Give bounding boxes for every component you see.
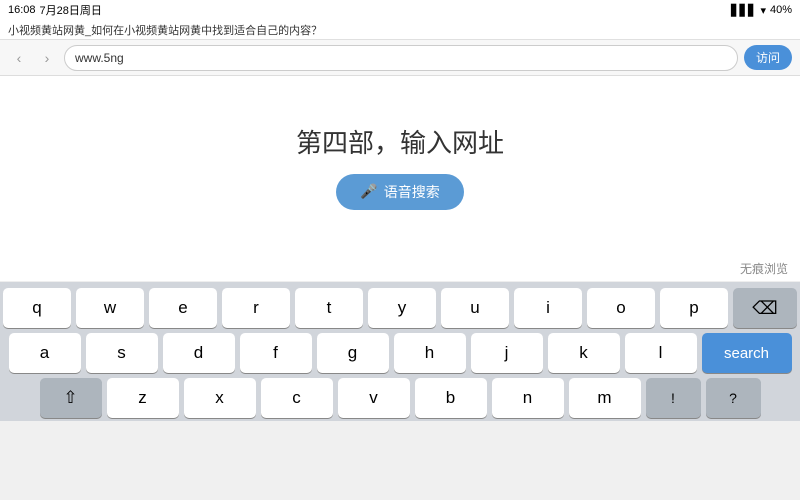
page-title: 小视频黄站网黄_如何在小视频黄站网黄中找到适合自己的内容？ xyxy=(8,22,322,38)
key-g[interactable]: g xyxy=(317,333,389,373)
key-k[interactable]: k xyxy=(548,333,620,373)
title-bar: 小视频黄站网黄_如何在小视频黄站网黄中找到适合自己的内容？ xyxy=(0,20,800,40)
key-search[interactable]: search xyxy=(702,333,792,373)
key-l[interactable]: l xyxy=(625,333,697,373)
key-backspace[interactable]: ⌫ xyxy=(733,288,797,328)
battery-display: 40% xyxy=(770,4,792,16)
key-question[interactable]: ? xyxy=(706,378,761,418)
mic-icon: 🎤 xyxy=(360,183,377,200)
key-s[interactable]: s xyxy=(86,333,158,373)
key-f[interactable]: f xyxy=(240,333,312,373)
browser-bar: ‹ › www.5ng 访问 xyxy=(0,40,800,76)
key-q[interactable]: q xyxy=(3,288,71,328)
time-display: 16:08 xyxy=(8,4,36,16)
keyboard-row-1: q w e r t y u i o p ⌫ xyxy=(3,288,797,328)
url-input[interactable]: www.5ng xyxy=(64,45,738,71)
key-n[interactable]: n xyxy=(492,378,564,418)
key-c[interactable]: c xyxy=(261,378,333,418)
key-y[interactable]: y xyxy=(368,288,436,328)
forward-button[interactable]: › xyxy=(36,47,58,69)
key-d[interactable]: d xyxy=(163,333,235,373)
key-t[interactable]: t xyxy=(295,288,363,328)
key-x[interactable]: x xyxy=(184,378,256,418)
status-bar: 16:08 7月28日周日 ▋▋▋ ▾ 40% xyxy=(0,0,800,20)
key-w[interactable]: w xyxy=(76,288,144,328)
key-u[interactable]: u xyxy=(441,288,509,328)
keyboard: q w e r t y u i o p ⌫ a s d f g h j k l … xyxy=(0,282,800,421)
key-z[interactable]: z xyxy=(107,378,179,418)
key-b[interactable]: b xyxy=(415,378,487,418)
key-shift[interactable]: ⇧ xyxy=(40,378,102,418)
signal-icon: ▋▋▋ xyxy=(731,4,756,17)
main-content: 第四部，输入网址 🎤 语音搜索 xyxy=(0,76,800,256)
keyboard-row-3: ⇧ z x c v b n m ! ? xyxy=(3,378,797,418)
date-display: 7月28日周日 xyxy=(40,2,102,18)
key-a[interactable]: a xyxy=(9,333,81,373)
voice-search-button[interactable]: 🎤 语音搜索 xyxy=(336,174,463,210)
wifi-icon: ▾ xyxy=(760,4,766,17)
voice-search-label: 语音搜索 xyxy=(384,182,440,202)
key-p[interactable]: p xyxy=(660,288,728,328)
key-i[interactable]: i xyxy=(514,288,582,328)
key-r[interactable]: r xyxy=(222,288,290,328)
key-e[interactable]: e xyxy=(149,288,217,328)
key-h[interactable]: h xyxy=(394,333,466,373)
no-trace-bar: 无痕浏览 xyxy=(0,256,800,282)
key-v[interactable]: v xyxy=(338,378,410,418)
url-text: www.5ng xyxy=(75,51,124,65)
visit-button[interactable]: 访问 xyxy=(744,45,792,70)
keyboard-row-2: a s d f g h j k l search xyxy=(3,333,797,373)
key-j[interactable]: j xyxy=(471,333,543,373)
main-title: 第四部，输入网址 xyxy=(296,123,504,160)
key-o[interactable]: o xyxy=(587,288,655,328)
key-exclamation[interactable]: ! xyxy=(646,378,701,418)
key-m[interactable]: m xyxy=(569,378,641,418)
back-button[interactable]: ‹ xyxy=(8,47,30,69)
no-trace-label: 无痕浏览 xyxy=(740,260,788,277)
